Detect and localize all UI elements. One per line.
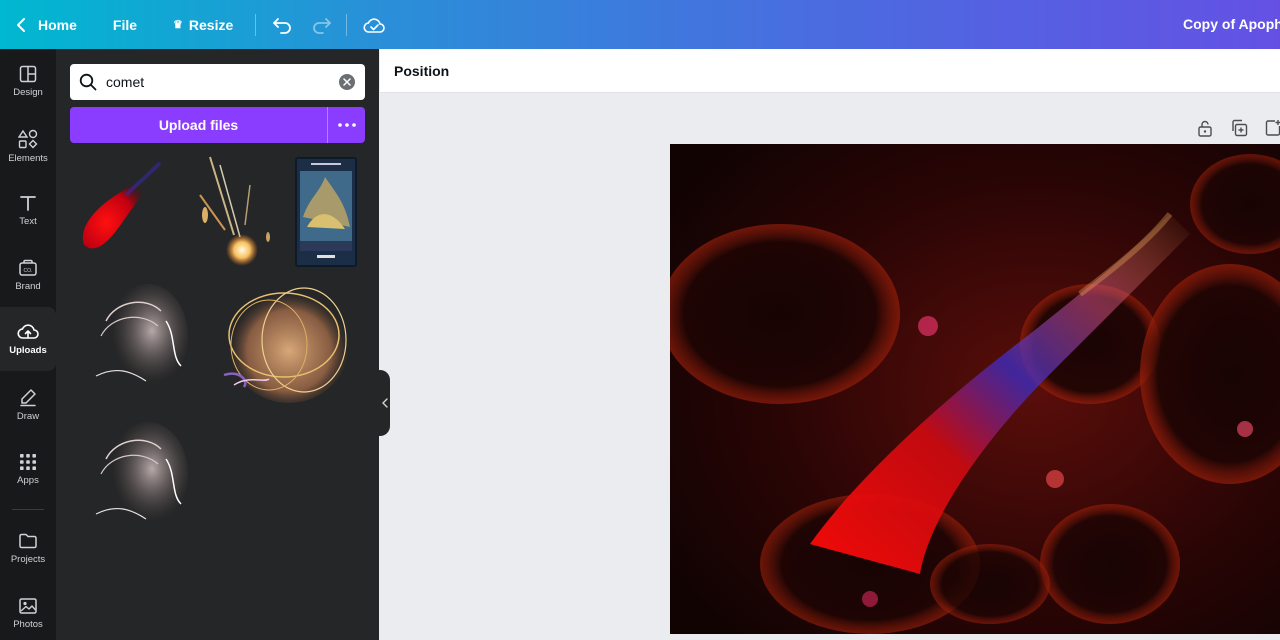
editor-toolbar: Position	[380, 49, 1280, 93]
document-title[interactable]: Copy of Apophy	[1183, 0, 1280, 49]
upload-more-button[interactable]	[328, 107, 365, 143]
rail-item-photos[interactable]: Photos	[0, 581, 56, 640]
cloud-upload-icon	[17, 323, 39, 339]
fractal-background-image	[670, 144, 1280, 634]
design-canvas[interactable]	[670, 144, 1280, 634]
brand-kit-icon: CO.	[19, 259, 37, 276]
rail-item-draw[interactable]: Draw	[0, 372, 56, 436]
rail-label: Elements	[8, 152, 48, 164]
text-icon	[20, 195, 36, 211]
rail-label: Photos	[13, 618, 43, 630]
gold-rings-thumb[interactable]	[214, 275, 356, 407]
save-status-button[interactable]	[363, 16, 386, 34]
position-button[interactable]: Position	[394, 49, 449, 93]
topbar-divider	[346, 13, 348, 36]
rail-item-text[interactable]: Text	[0, 178, 56, 242]
sparks-comet-thumb[interactable]	[190, 155, 280, 271]
more-horizontal-icon	[337, 123, 356, 127]
uploads-panel: Upload files	[56, 49, 379, 640]
top-bar: Home File ♛ Resize Copy of Apophy	[0, 0, 1280, 49]
rail-label: Projects	[10, 553, 46, 565]
search-box	[70, 64, 365, 100]
duplicate-icon[interactable]	[1230, 119, 1248, 137]
crown-icon: ♛	[173, 19, 183, 31]
rail-label: Uploads	[9, 344, 47, 356]
book-cover-thumb[interactable]	[295, 157, 357, 267]
undo-button[interactable]	[272, 16, 294, 34]
upload-files-button[interactable]: Upload files	[70, 107, 328, 143]
layout-icon	[19, 65, 37, 82]
folder-icon	[19, 533, 37, 548]
lock-icon[interactable]	[1196, 119, 1214, 137]
rail-item-elements[interactable]: Elements	[0, 114, 56, 178]
file-label: File	[112, 16, 138, 33]
rail-item-projects[interactable]: Projects	[0, 516, 56, 580]
grid-icon	[20, 453, 36, 470]
rail-item-uploads[interactable]: Uploads	[0, 307, 56, 371]
rail-divider	[12, 509, 44, 510]
collapse-panel-button[interactable]	[379, 370, 390, 436]
cloud-check-icon	[363, 17, 386, 33]
home-label: Home	[38, 16, 77, 33]
undo-icon	[273, 17, 292, 34]
chevron-left-icon	[381, 398, 388, 408]
rail-label: Apps	[17, 474, 39, 486]
home-button[interactable]: Home	[16, 0, 77, 49]
rail-item-design[interactable]: Design	[0, 49, 56, 113]
rail-label: Draw	[16, 410, 40, 422]
image-icon	[19, 597, 37, 614]
topbar-divider	[255, 13, 257, 36]
rail-label: Brand	[15, 280, 41, 292]
rail-item-brand[interactable]: CO. Brand	[0, 243, 56, 307]
white-swirl-thumb-2[interactable]	[86, 419, 198, 537]
add-page-icon[interactable]	[1264, 119, 1280, 137]
svg-text:CO.: CO.	[24, 268, 33, 274]
chevron-left-icon	[17, 17, 25, 32]
left-rail: Design Elements Text CO. Brand Uploads D…	[0, 49, 56, 640]
page-tools	[1196, 119, 1280, 137]
rail-item-apps[interactable]: Apps	[0, 437, 56, 501]
search-icon	[79, 73, 97, 91]
resize-label: Resize	[188, 16, 234, 33]
search-input[interactable]	[106, 74, 326, 90]
rail-label: Text	[19, 215, 37, 227]
white-swirl-thumb-1[interactable]	[86, 281, 198, 399]
clear-search-icon[interactable]	[339, 74, 355, 90]
upload-files-group: Upload files	[70, 107, 365, 143]
rail-label: Design	[13, 86, 43, 98]
redo-button[interactable]	[310, 16, 332, 34]
red-comet-thumb[interactable]	[76, 157, 166, 265]
file-menu-button[interactable]: File	[113, 0, 137, 49]
resize-button[interactable]: ♛ Resize	[173, 0, 233, 49]
pen-icon	[20, 388, 36, 406]
shapes-icon	[18, 129, 38, 148]
redo-icon	[313, 17, 332, 34]
